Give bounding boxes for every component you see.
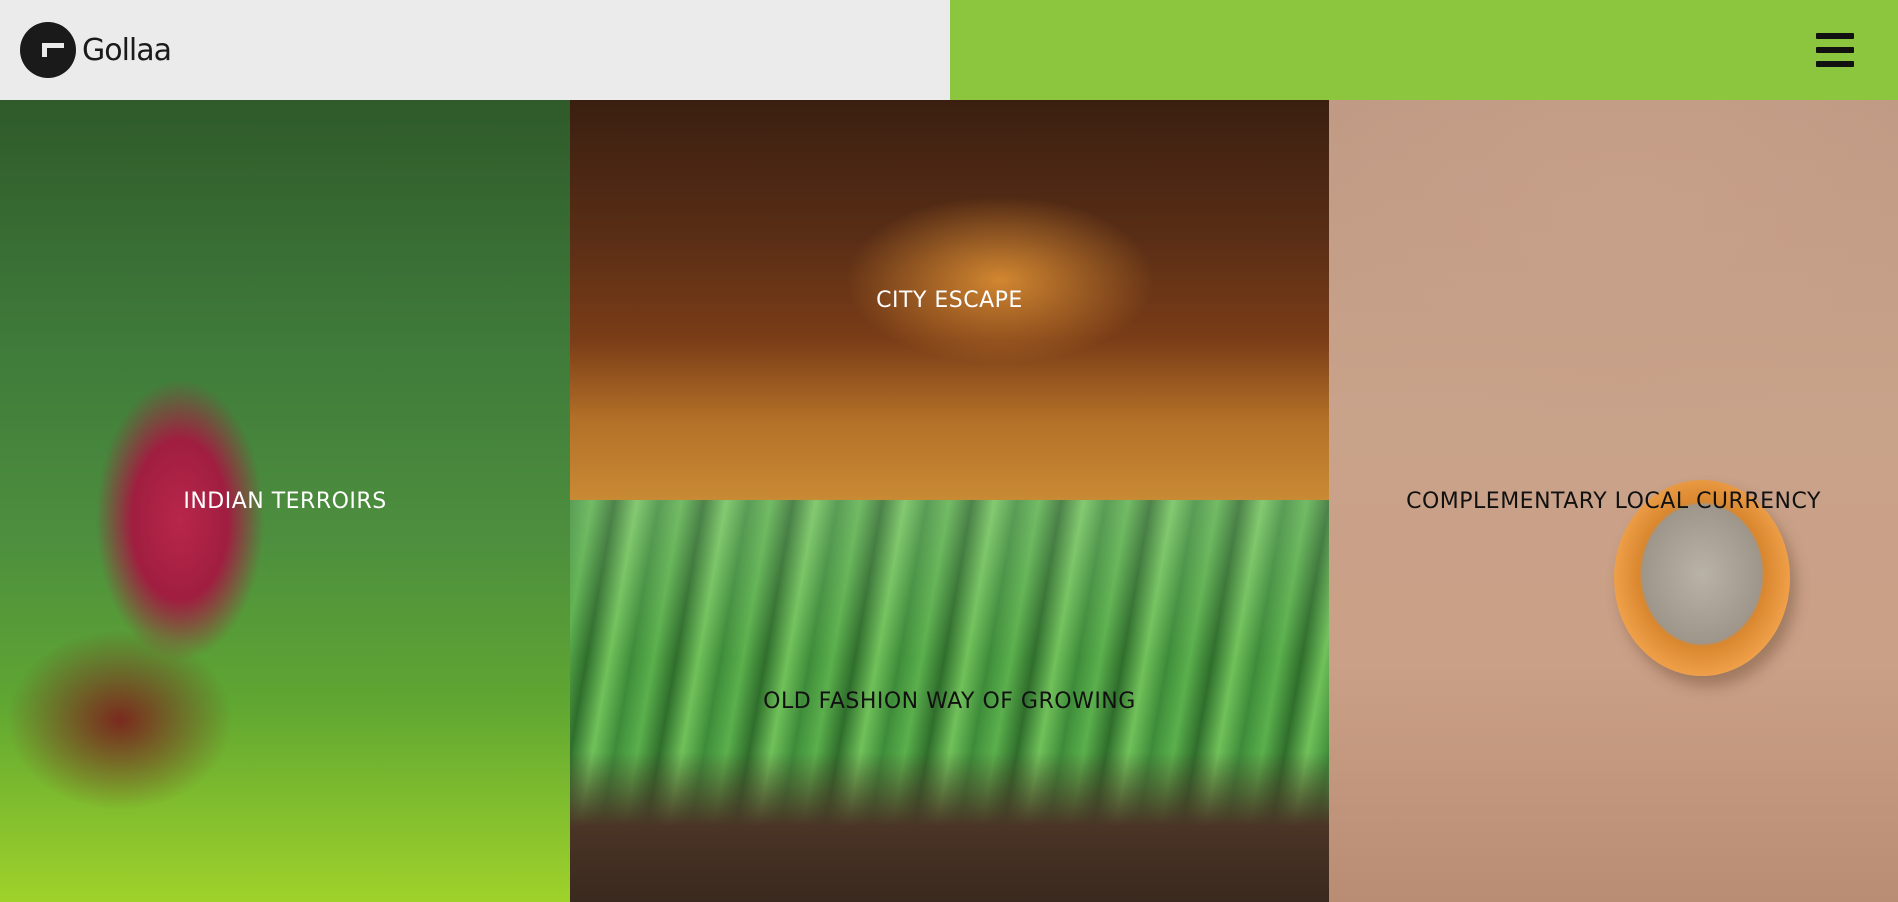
- tile-title: OLD FASHION WAY OF GROWING: [763, 688, 1136, 714]
- tile-city-escape[interactable]: CITY ESCAPE: [570, 100, 1329, 500]
- menu-bar-bottom: [1816, 61, 1854, 67]
- header-right-panel: [950, 0, 1898, 100]
- site-header: Gollaa: [0, 0, 1898, 100]
- menu-bar-middle: [1816, 47, 1854, 53]
- header-left-panel: Gollaa: [0, 0, 950, 100]
- tile-title: INDIAN TERROIRS: [183, 488, 387, 514]
- logo-mark-icon: [20, 22, 76, 78]
- tile-title: CITY ESCAPE: [876, 287, 1023, 313]
- brand-logo[interactable]: Gollaa: [20, 22, 172, 78]
- tile-title: COMPLEMENTARY LOCAL CURRENCY: [1406, 488, 1821, 514]
- tile-indian-terroirs[interactable]: INDIAN TERROIRS: [0, 100, 570, 902]
- menu-bar-top: [1816, 33, 1854, 39]
- tile-local-currency[interactable]: COMPLEMENTARY LOCAL CURRENCY: [1329, 100, 1898, 902]
- hamburger-menu-icon[interactable]: [1816, 33, 1854, 67]
- brand-name: Gollaa: [82, 32, 172, 68]
- tile-old-fashion-growing[interactable]: OLD FASHION WAY OF GROWING: [570, 500, 1329, 902]
